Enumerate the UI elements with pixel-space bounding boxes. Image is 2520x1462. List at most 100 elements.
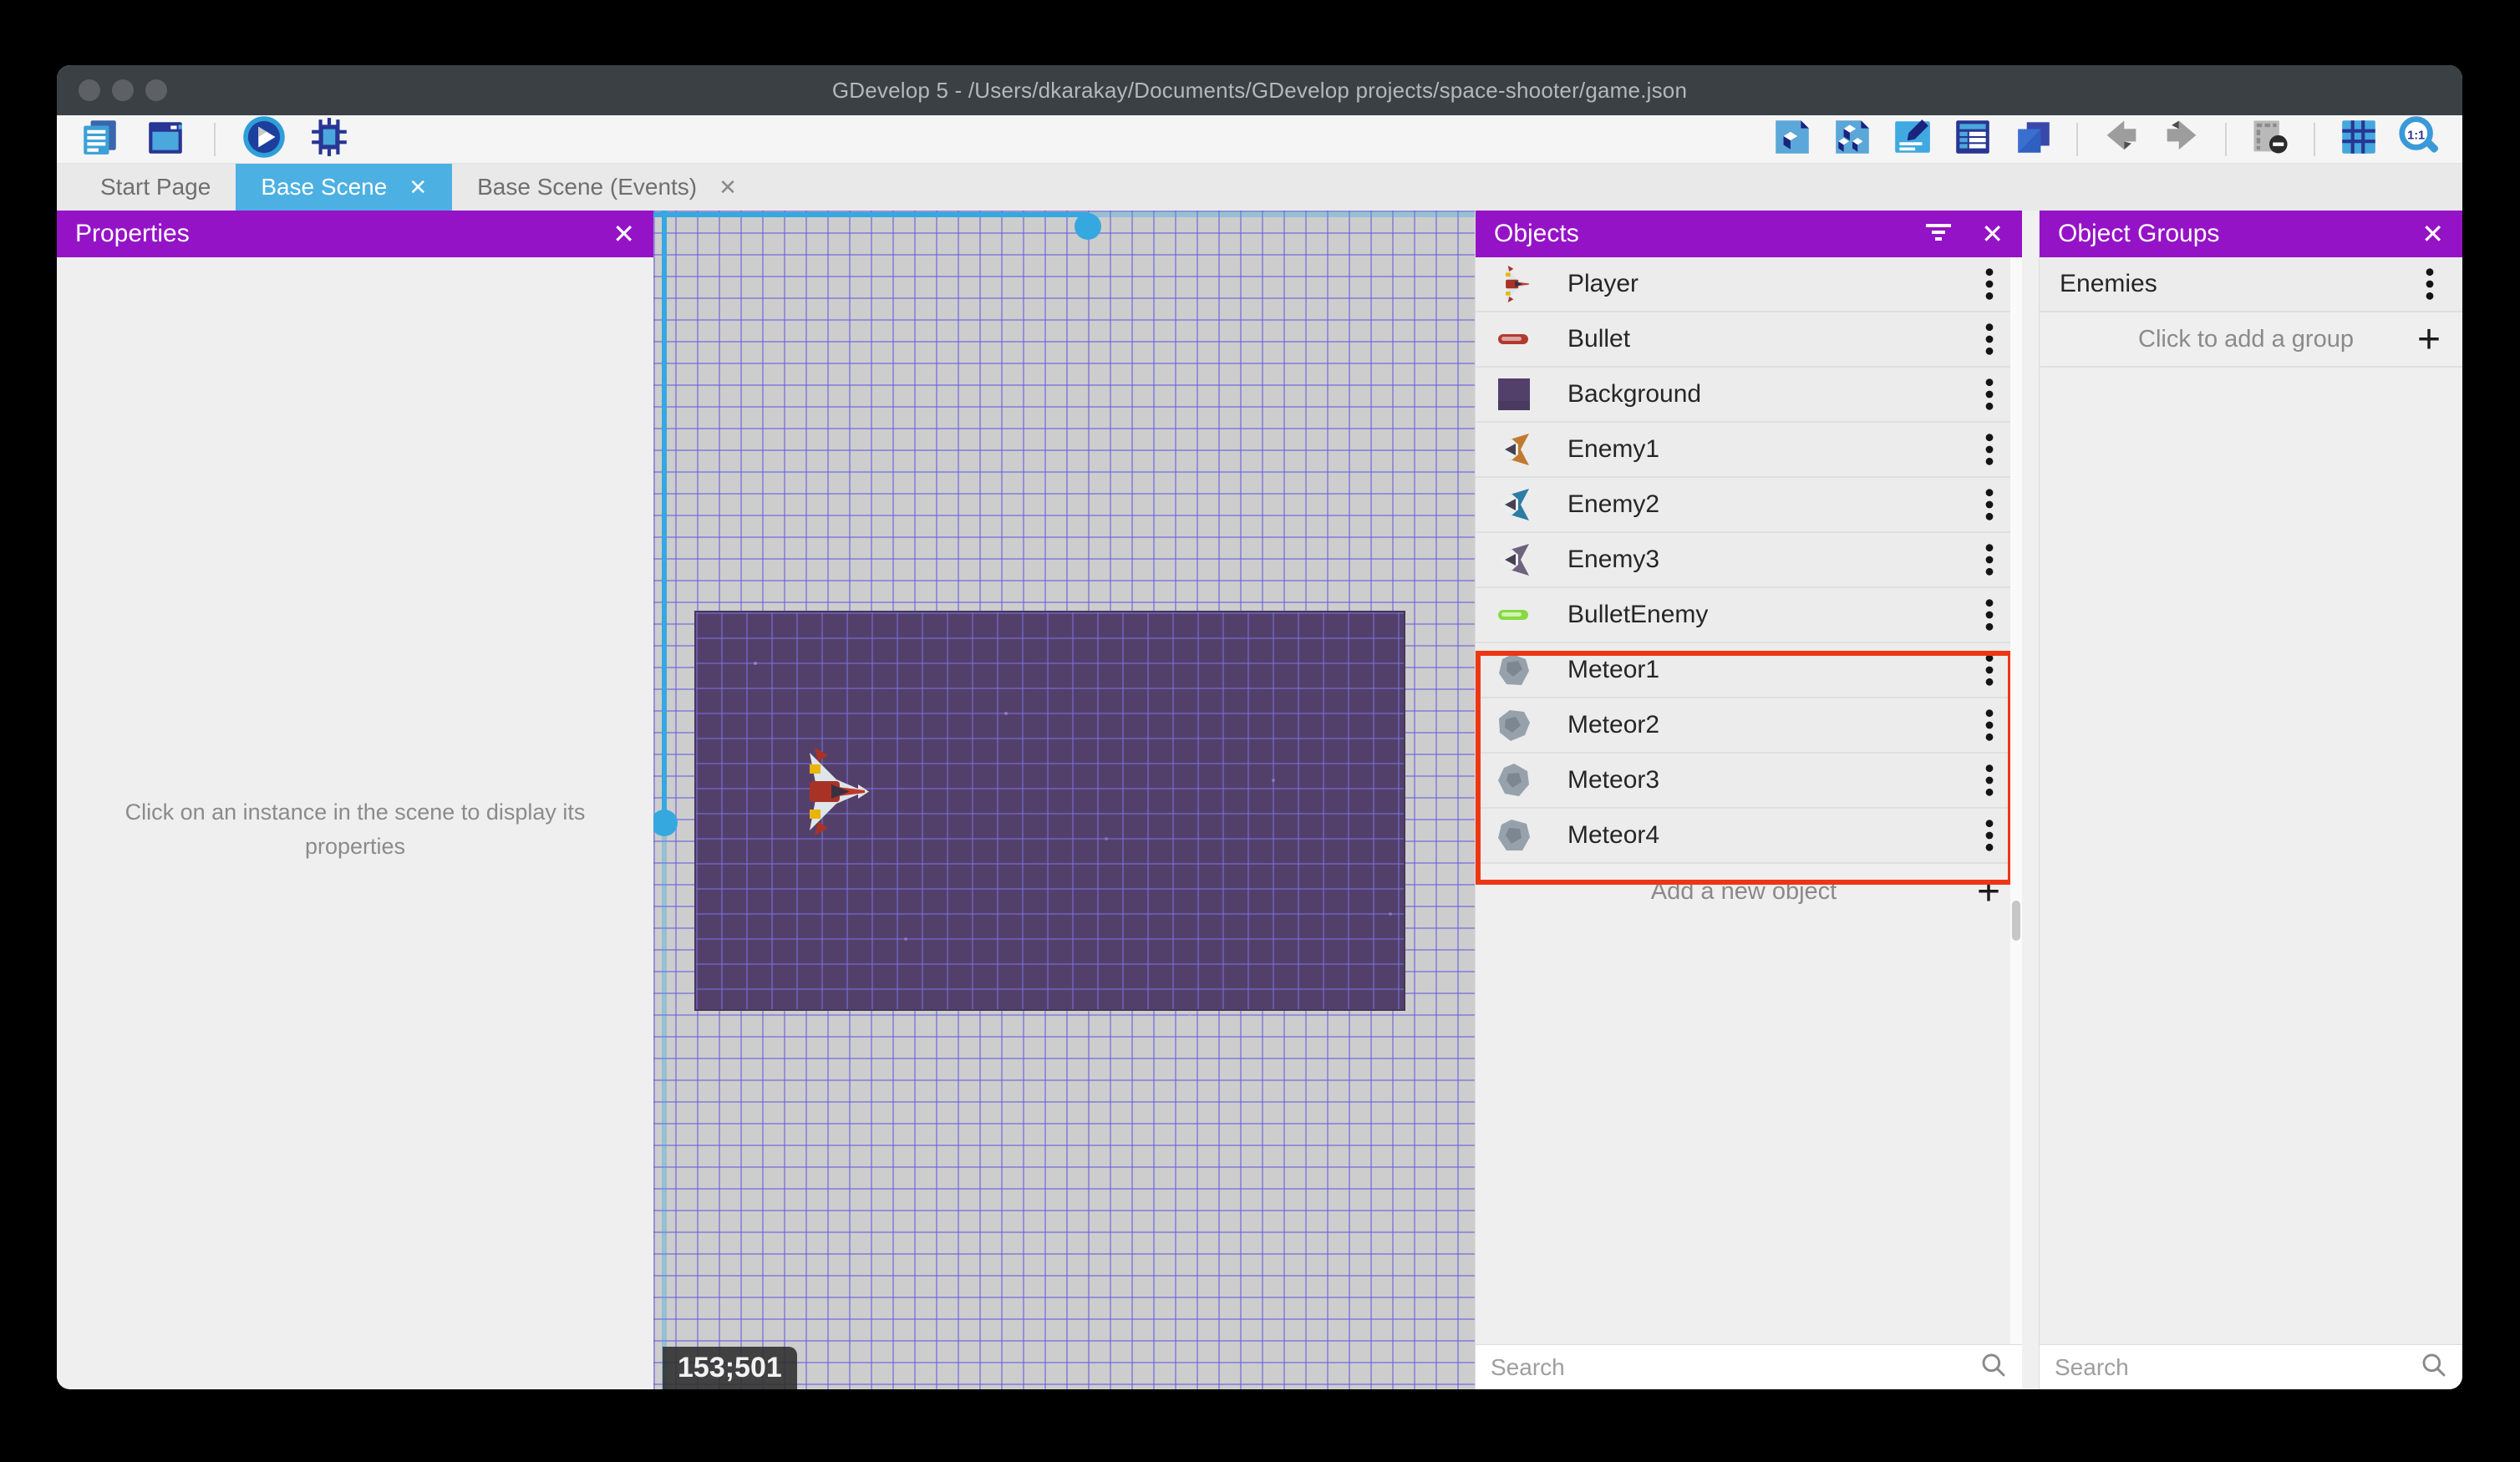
scene-window-icon <box>145 116 186 162</box>
cursor-coordinates-badge: 153;501 <box>663 1347 797 1389</box>
bullet-object-icon <box>1496 321 1532 358</box>
object-menu-button[interactable] <box>1969 596 2010 633</box>
open-object-groups-editor-button[interactable] <box>1831 118 1874 161</box>
object-row[interactable]: BulletEnemy <box>1476 588 2022 643</box>
tab-base-scene-events[interactable]: Base Scene (Events) ✕ <box>452 164 762 211</box>
open-objects-editor-button[interactable] <box>1771 118 1814 161</box>
close-properties-icon[interactable]: ✕ <box>612 221 635 247</box>
open-layers-button[interactable] <box>2011 118 2055 161</box>
object-name: Player <box>1567 270 1639 297</box>
toggle-window-mask-button[interactable] <box>2248 118 2292 161</box>
object-menu-button[interactable] <box>1969 376 2010 413</box>
close-objects-icon[interactable]: ✕ <box>1981 221 2004 247</box>
selection-edge-left <box>662 211 667 823</box>
add-object-plus-icon[interactable]: + <box>1962 869 2015 915</box>
group-menu-button[interactable] <box>2409 266 2451 302</box>
object-row[interactable]: Background <box>1476 368 2022 423</box>
group-row[interactable]: Enemies <box>2040 257 2462 312</box>
toolbar-separator <box>2225 122 2227 156</box>
enemy3-object-icon <box>1496 541 1532 578</box>
properties-empty-message: Click on an instance in the scene to dis… <box>124 800 586 859</box>
enemy2-object-icon <box>1496 486 1532 523</box>
object-menu-button[interactable] <box>1969 652 2010 688</box>
objects-panel-header: Objects ✕ <box>1476 211 2022 257</box>
bullet-enemy-object-icon <box>1496 596 1532 633</box>
close-window-button[interactable] <box>79 79 100 101</box>
objects-scrollbar[interactable] <box>2010 257 2022 1344</box>
grid-icon <box>2338 116 2380 162</box>
add-object-row[interactable]: Add a new object + <box>1476 864 2022 919</box>
groups-search-bar <box>2040 1344 2462 1389</box>
selection-edge-top <box>653 212 1088 217</box>
properties-editor-icon <box>1892 116 1933 162</box>
object-row[interactable]: Enemy1 <box>1476 423 2022 478</box>
close-tab-icon[interactable]: ✕ <box>719 175 737 201</box>
object-menu-button[interactable] <box>1969 707 2010 744</box>
toggle-grid-button[interactable] <box>2337 118 2380 161</box>
close-tab-icon[interactable]: ✕ <box>409 175 427 201</box>
undo-icon <box>2100 115 2143 163</box>
object-row[interactable]: Meteor3 <box>1476 754 2022 809</box>
object-menu-button[interactable] <box>1969 266 2010 302</box>
scrollbar-thumb[interactable] <box>2012 901 2020 941</box>
object-row[interactable]: Player <box>1476 257 2022 312</box>
selection-handle-top[interactable] <box>1075 213 1101 240</box>
zoom-reset-button[interactable]: 1:1 <box>2397 116 2441 161</box>
object-name: Enemy2 <box>1567 490 1660 518</box>
object-groups-list: Enemies <box>2040 257 2462 312</box>
redo-button[interactable] <box>2160 118 2203 161</box>
enemy1-object-icon <box>1496 431 1532 468</box>
debug-button[interactable] <box>307 118 351 161</box>
object-row[interactable]: Meteor4 <box>1476 809 2022 864</box>
minimize-window-button[interactable] <box>112 79 134 101</box>
properties-panel-header: Properties ✕ <box>57 211 653 257</box>
object-menu-button[interactable] <box>1969 541 2010 578</box>
meteor3-object-icon <box>1496 762 1532 799</box>
group-name: Enemies <box>2060 270 2157 297</box>
object-menu-button[interactable] <box>1969 431 2010 468</box>
app-window: GDevelop 5 - /Users/dkarakay/Documents/G… <box>57 65 2462 1389</box>
tab-label: Base Scene (Events) <box>477 174 698 200</box>
add-group-row[interactable]: Click to add a group + <box>2040 312 2462 368</box>
open-instances-list-button[interactable] <box>1951 118 1994 161</box>
tab-base-scene[interactable]: Base Scene ✕ <box>236 164 453 211</box>
close-object-groups-icon[interactable]: ✕ <box>2421 221 2444 247</box>
meteor4-object-icon <box>1496 817 1532 854</box>
play-scene-button[interactable] <box>242 116 286 161</box>
object-menu-button[interactable] <box>1969 486 2010 523</box>
debug-icon <box>308 116 350 162</box>
filter-objects-icon[interactable] <box>1924 221 1953 248</box>
object-row[interactable]: Enemy2 <box>1476 478 2022 533</box>
selection-edge-left-faded <box>662 823 667 1389</box>
object-menu-button[interactable] <box>1969 321 2010 358</box>
scene-canvas[interactable]: 153;501 <box>653 211 1475 1389</box>
zoom-one-to-one-icon: 1:1 <box>2396 114 2441 164</box>
player-object-icon <box>1496 266 1532 302</box>
add-object-label: Add a new object <box>1650 877 1837 905</box>
object-name: Meteor4 <box>1567 821 1660 849</box>
tab-label: Start Page <box>100 174 211 200</box>
object-menu-button[interactable] <box>1969 762 2010 799</box>
object-row[interactable]: Enemy3 <box>1476 533 2022 588</box>
object-name: Bullet <box>1567 325 1631 353</box>
project-manager-button[interactable] <box>79 118 122 161</box>
object-menu-button[interactable] <box>1969 817 2010 854</box>
object-groups-panel-title: Object Groups <box>2058 220 2220 247</box>
toolbar-separator <box>2076 122 2078 156</box>
groups-search-input[interactable] <box>2055 1353 2411 1381</box>
maximize-window-button[interactable] <box>145 79 167 101</box>
object-row[interactable]: Meteor1 <box>1476 643 2022 698</box>
start-page-button[interactable] <box>144 118 187 161</box>
add-group-plus-icon[interactable]: + <box>2402 317 2456 363</box>
open-properties-button[interactable] <box>1891 118 1934 161</box>
object-row[interactable]: Bullet <box>1476 312 2022 368</box>
selection-handle-left[interactable] <box>653 810 678 836</box>
tab-start-page[interactable]: Start Page <box>75 164 236 211</box>
object-name: Background <box>1567 380 1702 408</box>
undo-button[interactable] <box>2100 118 2143 161</box>
player-instance[interactable] <box>790 748 869 835</box>
objects-search-input[interactable] <box>1491 1353 1970 1381</box>
properties-panel-title: Properties <box>75 220 190 247</box>
object-row[interactable]: Meteor2 <box>1476 698 2022 754</box>
objects-list: Player Bullet Background Enemy1 Enemy2 Enemy3… <box>1476 257 2022 885</box>
